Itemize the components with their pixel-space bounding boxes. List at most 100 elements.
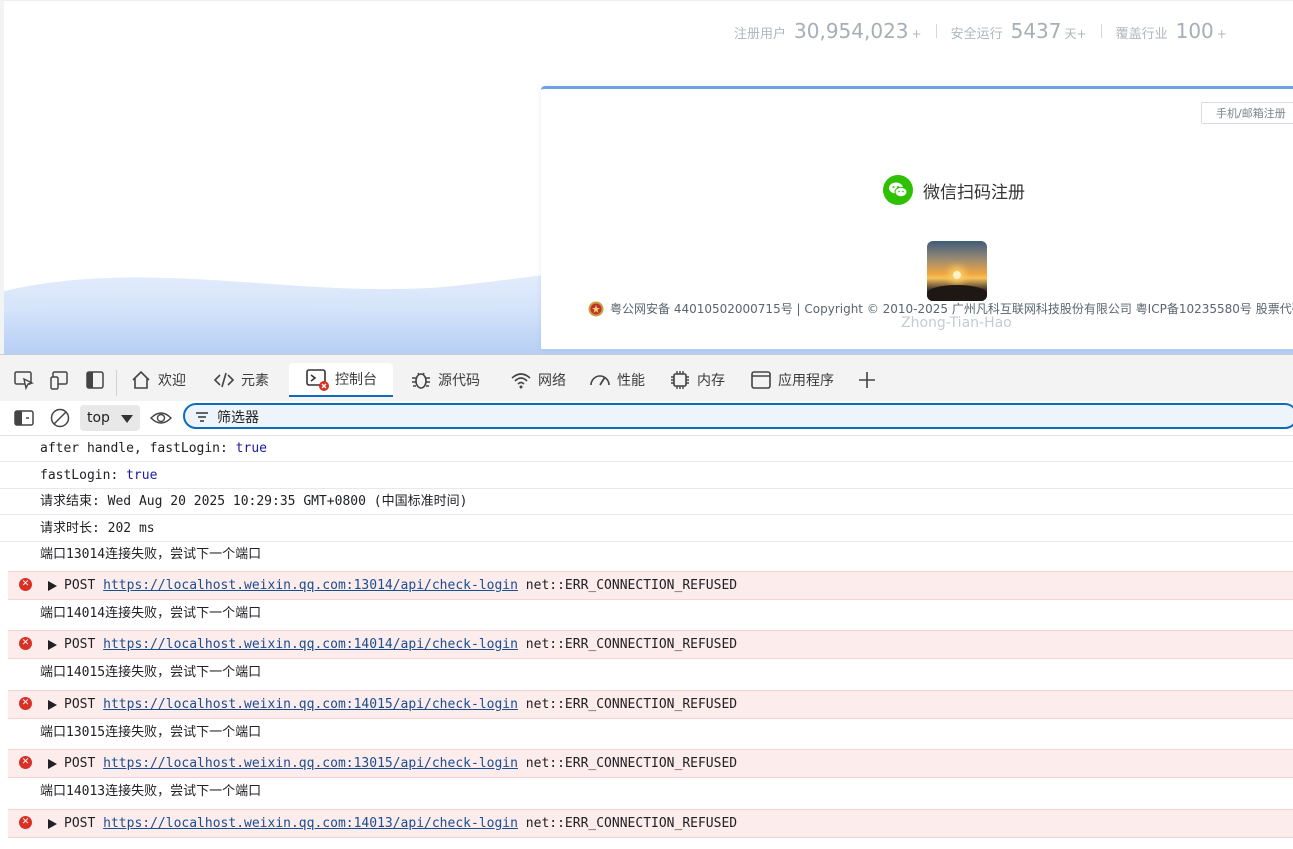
- expand-triangle-icon[interactable]: [48, 581, 57, 591]
- stat-value: 100: [1175, 19, 1214, 43]
- error-icon: ✕: [19, 578, 32, 591]
- tab-console[interactable]: 控制台: [289, 363, 393, 397]
- error-url-link[interactable]: https://localhost.weixin.qq.com:13014/ap…: [103, 578, 518, 593]
- dock-sidebar-icon[interactable]: [84, 369, 106, 391]
- footer-text: 粤公网安备 44010502000715号 | Copyright © 2010…: [610, 302, 1293, 316]
- error-message: net::ERR_CONNECTION_REFUSED: [517, 697, 738, 712]
- home-icon: [132, 370, 150, 389]
- expand-triangle-icon[interactable]: [48, 819, 57, 829]
- expand-triangle-icon[interactable]: [48, 759, 57, 769]
- console-log-row: 请求结束: Wed Aug 20 2025 10:29:35 GMT+0800 …: [0, 489, 1293, 515]
- avatar[interactable]: [927, 241, 987, 301]
- tab-welcome[interactable]: 欢迎: [130, 363, 186, 397]
- phone-email-register-button[interactable]: 手机/邮箱注册: [1201, 102, 1293, 124]
- log-text: 端口14014连接失败，尝试下一个端口: [40, 606, 262, 621]
- console-error-row[interactable]: ✕ POST https://localhost.weixin.qq.com:1…: [8, 571, 1293, 600]
- error-method: POST: [64, 697, 104, 712]
- console-log-row: 请求时长: 202 ms: [0, 516, 1293, 542]
- clear-console-icon[interactable]: [49, 407, 71, 429]
- console-log-row: fastLogin: true: [0, 463, 1293, 489]
- error-method: POST: [64, 816, 104, 831]
- console-error-row[interactable]: ✕ POST https://localhost.weixin.qq.com:1…: [8, 809, 1293, 838]
- tab-label: 应用程序: [778, 373, 834, 389]
- wechat-title-text: 微信扫码注册: [923, 182, 1025, 203]
- filter-input[interactable]: 筛选器: [183, 403, 1293, 429]
- tab-label: 元素: [241, 373, 269, 389]
- expand-triangle-icon[interactable]: [48, 640, 57, 650]
- avatar-sun: [953, 271, 961, 279]
- tab-network[interactable]: 网络: [510, 363, 566, 397]
- console-error-row[interactable]: ✕ POST https://localhost.weixin.qq.com:1…: [8, 749, 1293, 778]
- police-badge-icon: [588, 301, 604, 316]
- divider: [1100, 24, 1102, 38]
- inspect-element-icon[interactable]: [13, 369, 35, 391]
- error-method: POST: [64, 756, 104, 771]
- tab-label: 控制台: [335, 372, 377, 388]
- log-text: after handle, fastLogin:: [40, 441, 236, 456]
- console-log-row: 端口14014连接失败，尝试下一个端口: [0, 601, 1293, 629]
- log-text: 请求时长: 202 ms: [40, 521, 155, 536]
- log-text: 端口13015连接失败，尝试下一个端口: [40, 725, 262, 740]
- log-text: 端口13014连接失败，尝试下一个端口: [40, 547, 262, 562]
- log-value: true: [126, 468, 158, 483]
- tab-label: 网络: [538, 373, 566, 389]
- log-value: true: [235, 441, 267, 456]
- sidebar-toggle-icon[interactable]: [13, 408, 35, 428]
- device-emulation-icon[interactable]: [49, 369, 71, 391]
- console-toolbar: top 筛选器: [0, 401, 1293, 436]
- log-text: 端口14013连接失败，尝试下一个端口: [40, 784, 262, 799]
- console-log-row: 端口14015连接失败，尝试下一个端口: [0, 660, 1293, 688]
- context-selector[interactable]: top: [80, 405, 140, 431]
- stat-registered-users: 注册用户 30,954,023 +: [734, 19, 922, 43]
- tab-sources[interactable]: 源代码: [410, 363, 480, 397]
- stat-suffix: +: [911, 27, 922, 41]
- stat-suffix: 天+: [1064, 27, 1087, 41]
- console-output: after handle, fastLogin: true fastLogin:…: [0, 436, 1293, 849]
- stat-label: 注册用户: [734, 27, 787, 42]
- console-log-row: 端口14013连接失败，尝试下一个端口: [0, 779, 1293, 807]
- error-url-link[interactable]: https://localhost.weixin.qq.com:14013/ap…: [103, 816, 518, 831]
- window-icon: [751, 371, 771, 389]
- stat-value: 30,954,023: [794, 19, 909, 43]
- stat-suffix: +: [1216, 27, 1227, 41]
- error-message: net::ERR_CONNECTION_REFUSED: [517, 756, 738, 771]
- expand-triangle-icon[interactable]: [48, 700, 57, 710]
- console-log-row: 端口13015连接失败，尝试下一个端口: [0, 720, 1293, 748]
- wechat-register-title: 微信扫码注册: [883, 175, 1025, 205]
- avatar-hill: [927, 285, 987, 301]
- log-text: 请求结束: Wed Aug 20 2025 10:29:35 GMT+0800 …: [40, 494, 468, 509]
- error-url-link[interactable]: https://localhost.weixin.qq.com:14014/ap…: [103, 637, 518, 652]
- site-footer: 粤公网安备 44010502000715号 | Copyright © 2010…: [588, 300, 1293, 317]
- filter-icon: [196, 412, 208, 422]
- error-icon: ✕: [19, 697, 32, 710]
- divider: [935, 24, 937, 38]
- error-message: net::ERR_CONNECTION_REFUSED: [517, 816, 738, 831]
- error-icon: ✕: [19, 816, 32, 829]
- devtools-panel: 欢迎 元素 控制台 源代码 网络 性能 内存 应用程序 top 筛选器 afte…: [0, 354, 1293, 849]
- error-url-link[interactable]: https://localhost.weixin.qq.com:14015/ap…: [103, 697, 518, 712]
- chevron-down-icon: [121, 415, 133, 423]
- stat-safe-run: 安全运行 5437 天+: [951, 19, 1087, 43]
- bug-icon: [412, 372, 430, 389]
- console-log-row: 端口13014连接失败，尝试下一个端口: [0, 542, 1293, 570]
- live-expression-eye-icon[interactable]: [150, 409, 172, 427]
- error-message: net::ERR_CONNECTION_REFUSED: [517, 578, 738, 593]
- stats-bar: 注册用户 30,954,023 + 安全运行 5437 天+ 覆盖行业 100 …: [734, 19, 1227, 43]
- tab-memory[interactable]: 内存: [669, 363, 725, 397]
- username: Zhong-Tian-Hao: [901, 315, 1012, 331]
- filter-placeholder: 筛选器: [217, 410, 259, 426]
- tab-performance[interactable]: 性能: [589, 363, 645, 397]
- error-icon: ✕: [19, 756, 32, 769]
- tab-label: 源代码: [438, 373, 480, 389]
- error-icon: ✕: [19, 637, 32, 650]
- devtools-tabbar: 欢迎 元素 控制台 源代码 网络 性能 内存 应用程序: [0, 355, 1293, 402]
- stat-label: 安全运行: [950, 27, 1003, 42]
- tab-elements[interactable]: 元素: [213, 363, 269, 397]
- tab-application[interactable]: 应用程序: [750, 363, 834, 397]
- divider: [116, 370, 117, 396]
- console-error-row[interactable]: ✕ POST https://localhost.weixin.qq.com:1…: [8, 690, 1293, 719]
- add-tab-icon[interactable]: [856, 369, 878, 391]
- error-message: net::ERR_CONNECTION_REFUSED: [517, 637, 738, 652]
- console-error-row[interactable]: ✕ POST https://localhost.weixin.qq.com:1…: [8, 630, 1293, 659]
- error-url-link[interactable]: https://localhost.weixin.qq.com:13015/ap…: [103, 756, 518, 771]
